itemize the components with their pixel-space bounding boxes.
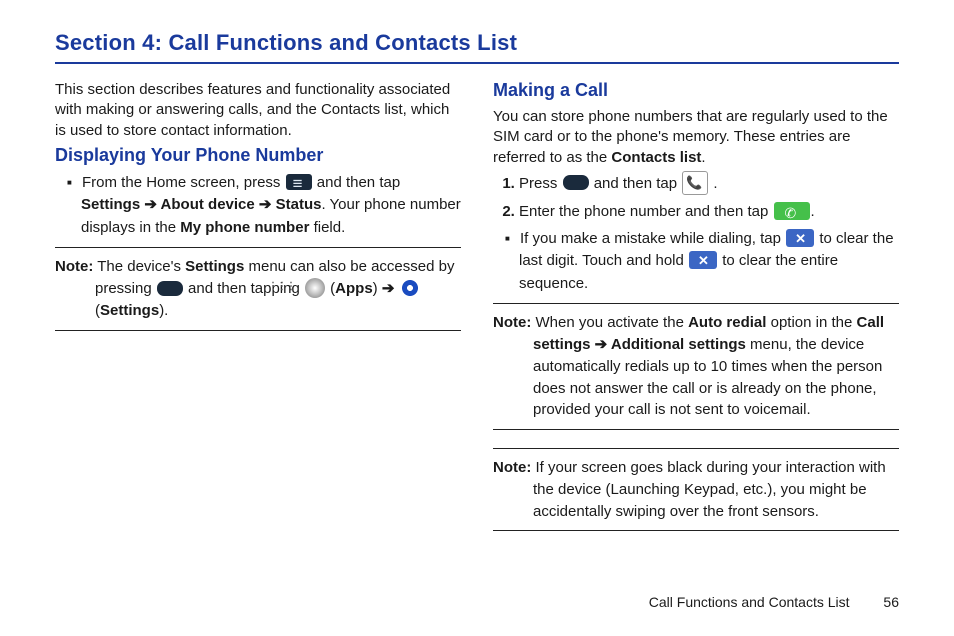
step-1: Press and then tap .	[519, 172, 899, 196]
delete-digit-icon	[786, 229, 814, 247]
status-label: Status	[276, 196, 322, 213]
additional-settings-label: Additional settings	[611, 336, 746, 353]
home-icon	[563, 175, 589, 190]
delete-digit-icon	[689, 251, 717, 269]
divider	[55, 330, 461, 331]
section-title: Section 4: Call Functions and Contacts L…	[55, 30, 899, 56]
note-label: Note:	[493, 459, 531, 476]
mistake-bullet-list: If you make a mistake while dialing, tap…	[493, 228, 899, 296]
display-bullet-1: From the Home screen, press and then tap…	[75, 172, 461, 240]
text: If you make a mistake while dialing, tap	[520, 230, 785, 247]
text: From the Home screen, press	[82, 174, 285, 191]
note-settings-access: Note: The device's Settings menu can als…	[55, 256, 461, 321]
home-icon	[157, 281, 183, 296]
text: When you activate the	[531, 314, 688, 331]
text: Enter the phone number and then tap	[519, 203, 773, 220]
divider	[493, 303, 899, 304]
content-columns: This section describes features and func…	[55, 76, 899, 539]
call-green-icon	[774, 202, 810, 220]
divider	[55, 247, 461, 248]
making-call-intro: You can store phone numbers that are reg…	[493, 107, 899, 168]
arrow-icon: ➔	[140, 196, 160, 213]
making-call-steps: Press and then tap . Enter the phone num…	[493, 172, 899, 224]
settings-gear-icon	[400, 278, 420, 298]
text: option in the	[766, 314, 856, 331]
arrow-icon: ➔	[378, 280, 399, 297]
divider	[493, 530, 899, 531]
intro-paragraph: This section describes features and func…	[55, 80, 461, 141]
note-auto-redial: Note: When you activate the Auto redial …	[493, 312, 899, 421]
apps-label: Apps	[335, 280, 373, 297]
mistake-bullet: If you make a mistake while dialing, tap…	[513, 228, 899, 296]
about-device-label: About device	[161, 196, 255, 213]
note-black-screen: Note: If your screen goes black during y…	[493, 457, 899, 522]
divider	[493, 429, 899, 430]
note-label: Note:	[55, 258, 93, 275]
auto-redial-label: Auto redial	[688, 314, 766, 331]
my-phone-number-label: My phone number	[180, 219, 309, 236]
footer-text: Call Functions and Contacts List	[649, 594, 850, 610]
contacts-list-label: Contacts list	[611, 149, 701, 166]
text: The device's	[93, 258, 185, 275]
phone-keypad-icon	[682, 171, 708, 195]
display-bullets: From the Home screen, press and then tap…	[55, 172, 461, 240]
heading-making-call: Making a Call	[493, 80, 899, 101]
text: Press	[519, 175, 562, 192]
note-label: Note:	[493, 314, 531, 331]
menu-icon	[286, 174, 312, 190]
settings-bold: Settings	[185, 258, 244, 275]
text: If your screen goes black during your in…	[531, 459, 885, 520]
settings-label: Settings	[100, 302, 159, 319]
right-column: Making a Call You can store phone number…	[493, 76, 899, 539]
arrow-icon: ➔	[591, 336, 611, 353]
apps-grid-icon	[305, 278, 325, 298]
settings-label: Settings	[81, 196, 140, 213]
left-column: This section describes features and func…	[55, 76, 461, 539]
divider	[493, 448, 899, 449]
title-rule	[55, 62, 899, 64]
heading-displaying: Displaying Your Phone Number	[55, 145, 461, 166]
page-number: 56	[883, 594, 899, 610]
arrow-icon: ➔	[255, 196, 276, 213]
text: and then tap	[317, 174, 400, 191]
page-footer: Call Functions and Contacts List 56	[649, 594, 899, 610]
text: and then tap	[594, 175, 682, 192]
text: field.	[309, 219, 345, 236]
step-2: Enter the phone number and then tap .	[519, 200, 899, 224]
